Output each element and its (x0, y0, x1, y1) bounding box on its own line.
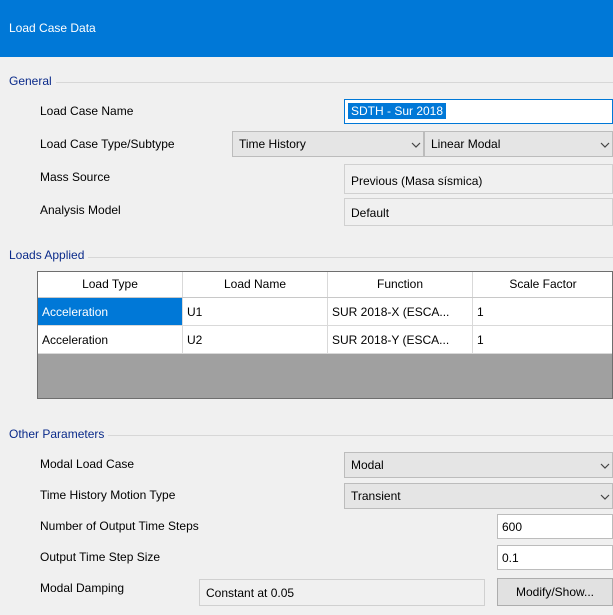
output-time-step-size-input[interactable]: 0.1 (497, 545, 613, 570)
load-case-name-label: Load Case Name (40, 104, 134, 118)
chevron-down-icon (600, 463, 610, 469)
modify-show-button[interactable]: Modify/Show... (497, 578, 613, 606)
section-divider (9, 257, 613, 258)
chevron-down-icon (411, 142, 421, 148)
column-header-function[interactable]: Function (328, 272, 473, 297)
chevron-down-icon (600, 494, 610, 500)
cell-load-type[interactable]: Acceleration (38, 326, 183, 354)
modal-load-case-dropdown[interactable]: Modal (344, 452, 613, 478)
mass-source-label: Mass Source (40, 170, 111, 184)
cell-scale-factor[interactable]: 1 (473, 326, 612, 354)
number-of-output-time-steps-input[interactable]: 600 (497, 514, 613, 539)
mass-source-value: Previous (Masa sísmica) (351, 174, 483, 188)
load-case-type-value: Time History (239, 137, 306, 151)
general-section-label: General (9, 74, 56, 88)
table-row[interactable]: Acceleration U2 SUR 2018-Y (ESCA... 1 (38, 326, 612, 354)
column-header-scale-factor[interactable]: Scale Factor (473, 272, 612, 297)
mass-source-field[interactable]: Previous (Masa sísmica) (344, 164, 613, 194)
modal-load-case-label: Modal Load Case (40, 457, 135, 471)
cell-function[interactable]: SUR 2018-Y (ESCA... (328, 326, 473, 354)
output-time-step-size-value: 0.1 (502, 551, 519, 565)
column-header-load-name[interactable]: Load Name (183, 272, 328, 297)
modal-damping-field: Constant at 0.05 (199, 579, 485, 606)
load-case-subtype-dropdown[interactable]: Linear Modal (424, 131, 613, 157)
time-history-motion-type-label: Time History Motion Type (40, 488, 176, 502)
cell-load-name[interactable]: U1 (183, 298, 328, 326)
table-row[interactable]: Acceleration U1 SUR 2018-X (ESCA... 1 (38, 298, 612, 326)
modal-load-case-value: Modal (351, 458, 384, 472)
column-header-load-type[interactable]: Load Type (38, 272, 183, 297)
modal-damping-value: Constant at 0.05 (206, 586, 295, 600)
loads-applied-section-label: Loads Applied (9, 248, 89, 262)
cell-scale-factor[interactable]: 1 (473, 298, 612, 326)
modal-damping-label: Modal Damping (40, 581, 125, 595)
analysis-model-label: Analysis Model (40, 203, 121, 217)
cell-load-type[interactable]: Acceleration (38, 298, 183, 326)
load-case-subtype-value: Linear Modal (431, 137, 501, 151)
time-history-motion-type-value: Transient (351, 489, 401, 503)
load-case-name-input[interactable]: SDTH - Sur 2018 (344, 99, 613, 124)
chevron-down-icon (600, 142, 610, 148)
other-parameters-section-label: Other Parameters (9, 427, 109, 441)
load-case-name-value: SDTH - Sur 2018 (348, 103, 447, 119)
number-of-output-time-steps-label: Number of Output Time Steps (40, 519, 199, 533)
load-case-type-dropdown[interactable]: Time History (232, 131, 424, 157)
analysis-model-value: Default (351, 206, 390, 220)
table-header: Load Type Load Name Function Scale Facto… (38, 272, 612, 298)
section-divider (9, 82, 613, 83)
loads-applied-table[interactable]: Load Type Load Name Function Scale Facto… (37, 271, 613, 399)
output-time-step-size-label: Output Time Step Size (40, 550, 161, 564)
window-title: Load Case Data (9, 21, 96, 35)
cell-load-name[interactable]: U2 (183, 326, 328, 354)
title-bar: Load Case Data (0, 0, 613, 57)
load-case-type-subtype-label: Load Case Type/Subtype (40, 137, 175, 151)
analysis-model-field[interactable]: Default (344, 198, 613, 226)
time-history-motion-type-dropdown[interactable]: Transient (344, 483, 613, 509)
number-of-output-time-steps-value: 600 (502, 520, 523, 534)
cell-function[interactable]: SUR 2018-X (ESCA... (328, 298, 473, 326)
